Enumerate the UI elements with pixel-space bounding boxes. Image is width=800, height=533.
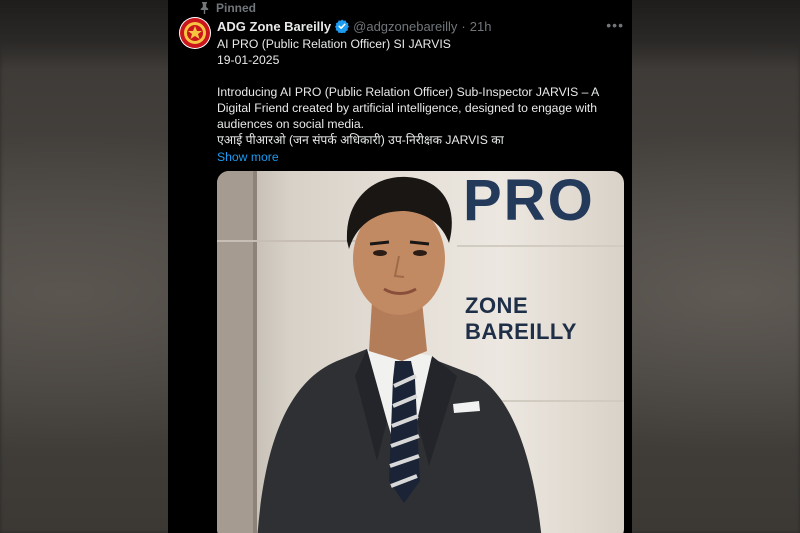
tweet-line: AI PRO (Public Relation Officer) SI JARV… bbox=[217, 37, 451, 51]
author-display-name[interactable]: ADG Zone Bareilly bbox=[217, 19, 331, 34]
separator-dot: · bbox=[461, 18, 466, 34]
pinned-label: Pinned bbox=[216, 1, 257, 15]
show-more-link[interactable]: Show more bbox=[217, 149, 622, 165]
tweet-line: 19-01-2025 bbox=[217, 53, 280, 67]
tweet-line: Digital Friend created by artificial int… bbox=[217, 101, 598, 115]
pin-icon bbox=[199, 2, 210, 14]
more-options-icon[interactable]: ••• bbox=[606, 18, 624, 32]
tweet-media-image[interactable]: PRO ZONE BAREILLY bbox=[217, 171, 624, 533]
pinned-indicator: Pinned bbox=[199, 0, 256, 16]
wall-text-pro: PRO bbox=[463, 171, 595, 233]
tweet-line: audiences on social media. bbox=[217, 117, 365, 131]
tweet-line: Introducing AI PRO (Public Relation Offi… bbox=[217, 85, 600, 99]
tweet-header: ADG Zone Bareilly @adgzonebareilly · 21h bbox=[217, 17, 624, 35]
wall-sign-zone-bareilly: ZONE BAREILLY bbox=[465, 293, 577, 344]
tweet-card[interactable]: Pinned ADG Zone Bareilly @adgzonebareill… bbox=[168, 0, 632, 533]
tweet-body: AI PRO (Public Relation Officer) SI JARV… bbox=[217, 36, 622, 165]
police-emblem-logo bbox=[180, 18, 210, 48]
tweet-timestamp[interactable]: 21h bbox=[470, 19, 492, 34]
tweet-line: एआई पीआरओ (जन संपर्क अधिकारी) उप-निरीक्ष… bbox=[217, 133, 504, 147]
verified-badge-icon[interactable] bbox=[335, 19, 350, 33]
avatar[interactable] bbox=[179, 17, 211, 49]
author-handle[interactable]: @adgzonebareilly bbox=[353, 19, 457, 34]
